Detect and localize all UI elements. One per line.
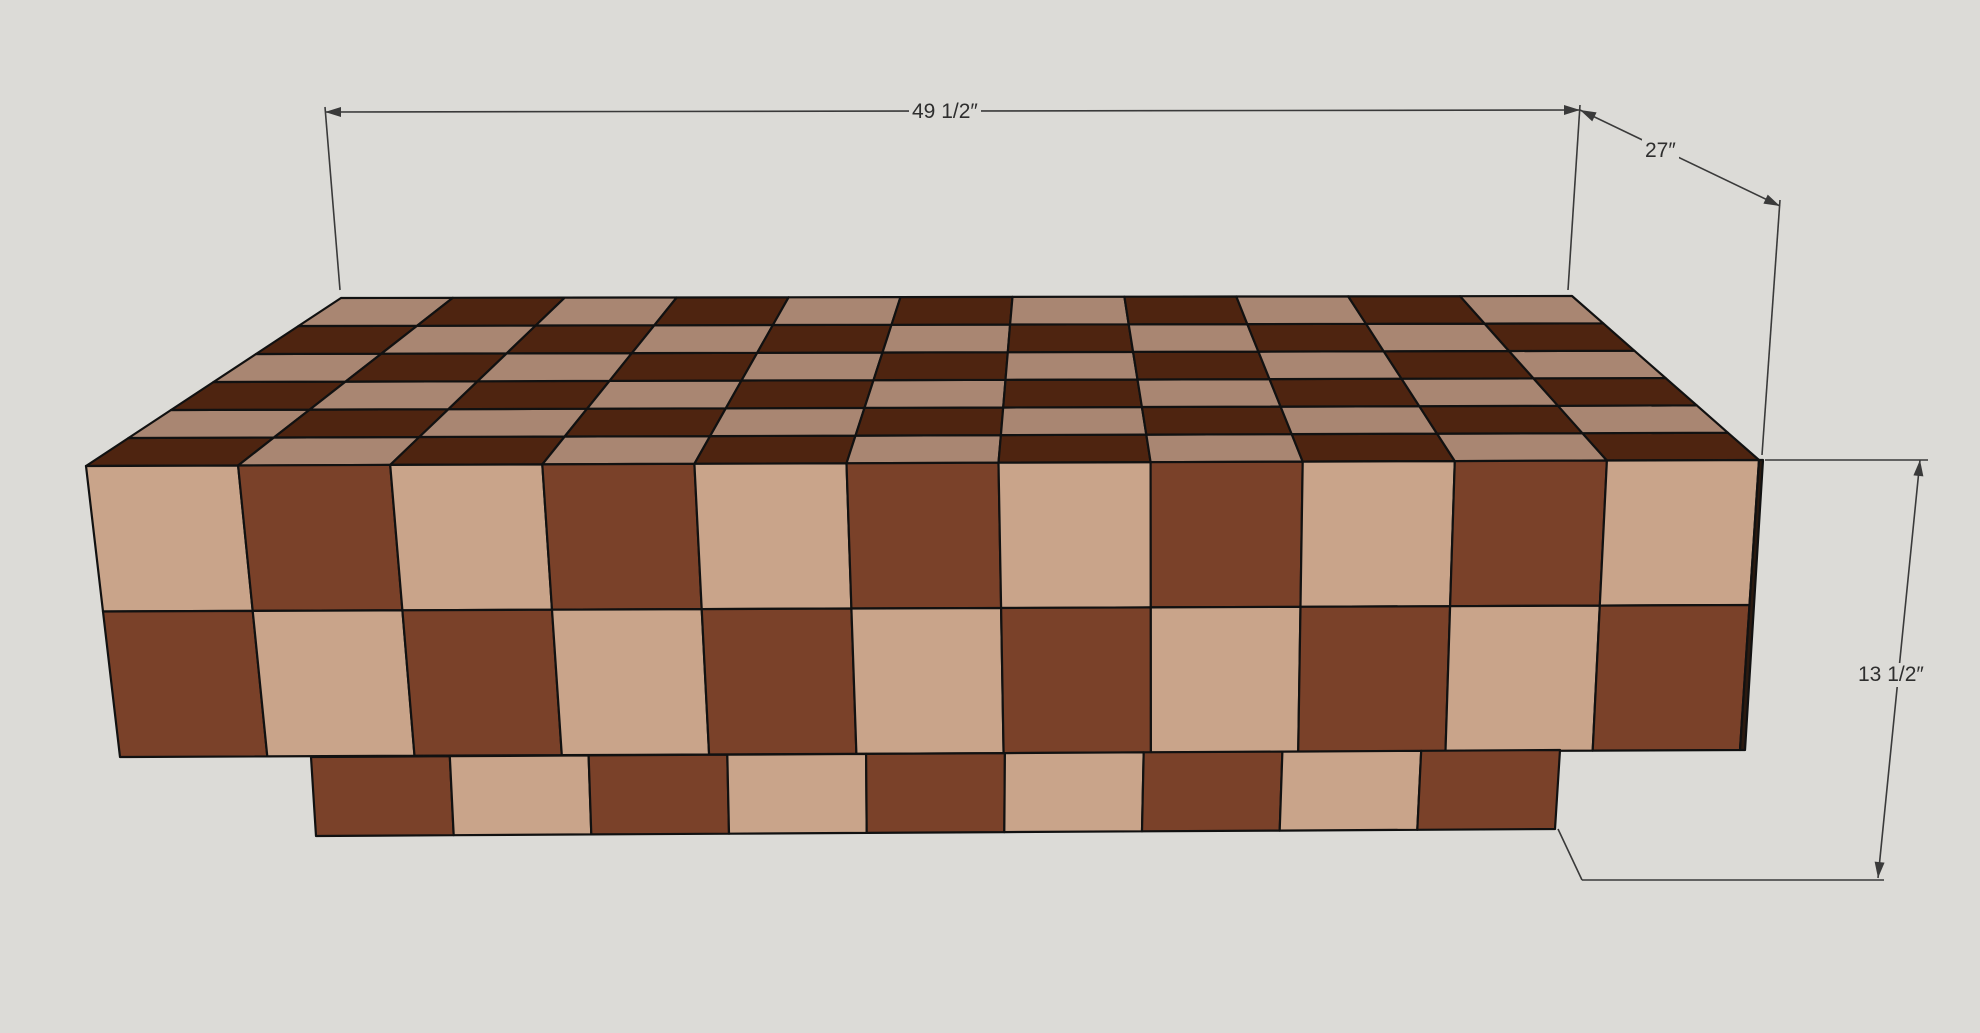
front-cell: [1444, 604, 1601, 753]
top-cell: [1131, 350, 1271, 381]
top-cell: [1002, 378, 1144, 409]
length-arrow-left: [325, 107, 341, 117]
front-cell: [389, 463, 554, 612]
base-cell: [1140, 750, 1284, 833]
top-cell: [1136, 378, 1282, 409]
top-cell: [708, 406, 866, 438]
top-cell: [1532, 376, 1698, 407]
top-cell: [1235, 295, 1368, 326]
front-cell: [251, 609, 416, 758]
top-cell: [724, 379, 875, 410]
front-cell: [541, 462, 703, 611]
front-cell: [84, 464, 254, 613]
top-cell: [872, 351, 1009, 382]
base-cell: [587, 753, 731, 836]
sketchup-viewport[interactable]: 49 1/2″ 27″ 13 1/2″: [0, 0, 1980, 1033]
table-base-face: [309, 748, 1562, 838]
front-cell: [997, 461, 1152, 610]
front-cell: [1299, 460, 1456, 608]
base-cell: [309, 755, 455, 838]
top-cell: [1004, 350, 1139, 381]
height-arrow-top: [1913, 460, 1924, 477]
top-cell: [1268, 377, 1421, 408]
height-extension-line-bottom-a: [1557, 828, 1583, 881]
height-arrow-bottom: [1874, 861, 1885, 878]
front-cell: [1448, 459, 1609, 608]
front-cell: [401, 608, 563, 757]
top-cell: [997, 433, 1152, 464]
top-cell: [1006, 323, 1135, 354]
depth-arrow-bottom: [1763, 194, 1780, 206]
front-cell: [237, 463, 404, 613]
front-cell: [850, 606, 1005, 755]
front-cell: [550, 607, 711, 757]
front-cell: [1297, 605, 1452, 754]
front-cell: [693, 462, 853, 611]
top-cell: [1008, 295, 1130, 326]
top-cell: [1507, 349, 1667, 380]
top-cell: [890, 295, 1014, 326]
top-cell: [541, 435, 712, 466]
front-cell: [845, 461, 1003, 610]
top-cell: [740, 351, 884, 382]
depth-dimension-label[interactable]: 27″: [1642, 139, 1679, 163]
top-cell: [608, 351, 759, 382]
top-cell: [756, 323, 893, 354]
length-arrow-right: [1564, 105, 1580, 115]
top-cell: [1382, 349, 1535, 380]
front-cell: [1149, 605, 1302, 754]
top-cell: [585, 379, 743, 410]
top-cell: [1145, 433, 1304, 464]
table-front-face: [84, 458, 1761, 759]
top-cell: [1581, 431, 1761, 462]
top-cell: [1290, 432, 1456, 463]
top-cell: [1556, 404, 1729, 435]
top-cell: [1123, 295, 1249, 326]
top-cell: [1458, 294, 1605, 325]
model-canvas: [84, 104, 1928, 881]
top-cell: [854, 406, 1005, 437]
length-extension-line-left: [324, 106, 341, 291]
top-cell: [1418, 404, 1584, 435]
base-cell: [1003, 751, 1145, 834]
top-cell: [1246, 322, 1385, 353]
top-cell: [447, 379, 611, 411]
top-cell: [1127, 323, 1260, 353]
top-cell: [653, 296, 790, 327]
base-cell: [1416, 748, 1562, 831]
top-cell: [1483, 322, 1636, 353]
front-cell: [1149, 460, 1304, 609]
top-cell: [418, 407, 589, 439]
table-top-face: [84, 294, 1761, 468]
top-cell: [1140, 405, 1293, 436]
top-cell: [389, 435, 566, 466]
front-cell: [1598, 458, 1761, 607]
top-cell: [863, 378, 1007, 409]
front-cell: [999, 606, 1153, 755]
top-cell: [881, 323, 1012, 354]
base-cell: [864, 751, 1007, 835]
top-cell: [563, 407, 727, 438]
depth-dimension-line: [1579, 109, 1781, 207]
depth-extension-line: [1761, 199, 1781, 456]
front-cell: [700, 607, 858, 756]
top-cell: [845, 434, 1003, 465]
top-cell: [630, 323, 775, 355]
top-cell: [1257, 350, 1403, 381]
base-cell: [726, 752, 868, 835]
top-cell: [771, 296, 902, 327]
top-cell: [1279, 405, 1439, 436]
front-cell: [1591, 603, 1751, 752]
height-dimension-label[interactable]: 13 1/2″: [1855, 663, 1927, 687]
depth-arrow-top: [1580, 110, 1597, 122]
front-cell: [101, 609, 269, 759]
base-cell: [448, 754, 593, 837]
base-cell: [1278, 749, 1423, 832]
length-extension-line-right: [1567, 104, 1581, 291]
top-cell: [1435, 432, 1609, 463]
top-cell: [999, 405, 1148, 437]
top-cell: [1400, 377, 1560, 408]
length-dimension-label[interactable]: 49 1/2″: [909, 100, 981, 124]
top-cell: [693, 434, 857, 465]
